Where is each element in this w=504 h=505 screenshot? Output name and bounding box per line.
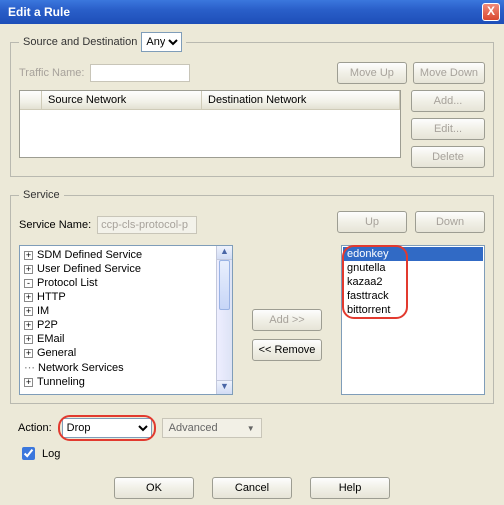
service-legend: Service xyxy=(19,189,64,201)
collapse-icon[interactable]: - xyxy=(24,279,33,288)
tree-node-http[interactable]: HTTP xyxy=(37,291,66,303)
expand-icon[interactable]: + xyxy=(24,378,33,387)
traffic-name-label: Traffic Name: xyxy=(19,67,84,79)
tree-scrollbar[interactable]: ▲ ▼ xyxy=(216,246,232,394)
traffic-name-input xyxy=(90,64,190,82)
col-source: Source Network xyxy=(42,91,202,109)
scroll-thumb[interactable] xyxy=(219,260,230,310)
service-name-input xyxy=(97,216,197,234)
expand-icon[interactable]: + xyxy=(24,307,33,316)
list-item[interactable]: edonkey xyxy=(343,247,483,261)
tree-node-tunneling[interactable]: Tunneling xyxy=(37,376,85,388)
ok-button[interactable]: OK xyxy=(114,477,194,499)
service-down-button: Down xyxy=(415,211,485,233)
col-dest: Destination Network xyxy=(202,91,400,109)
expand-icon[interactable]: + xyxy=(24,293,33,302)
add-network-button: Add... xyxy=(411,90,485,112)
source-destination-group: Source and Destination Any Traffic Name:… xyxy=(10,32,494,177)
window-title: Edit a Rule xyxy=(8,5,70,19)
tree-node-general[interactable]: General xyxy=(37,347,76,359)
expand-icon[interactable]: + xyxy=(24,321,33,330)
tree-node-email[interactable]: EMail xyxy=(37,333,65,345)
list-item[interactable]: bittorrent xyxy=(343,303,483,317)
service-up-button: Up xyxy=(337,211,407,233)
expand-icon[interactable]: + xyxy=(24,349,33,358)
tree-leaf-icon: ⋯ xyxy=(24,362,35,374)
scroll-down-icon[interactable]: ▼ xyxy=(217,380,232,394)
delete-network-button: Delete xyxy=(411,146,485,168)
table-body-empty xyxy=(20,110,400,157)
list-item[interactable]: kazaa2 xyxy=(343,275,483,289)
scope-select[interactable]: Any xyxy=(141,32,182,52)
service-group: Service Service Name: Up Down + SDM Defin… xyxy=(10,189,494,404)
network-table[interactable]: Source Network Destination Network xyxy=(19,90,401,158)
tree-node-netsvc[interactable]: Network Services xyxy=(38,362,124,374)
action-label: Action: xyxy=(18,422,52,434)
tree-node-p2p[interactable]: P2P xyxy=(37,319,58,331)
scroll-up-icon[interactable]: ▲ xyxy=(217,246,232,260)
remove-service-button[interactable]: << Remove xyxy=(252,339,323,361)
log-label: Log xyxy=(42,448,60,460)
action-select[interactable]: Drop xyxy=(62,418,152,438)
protocol-tree[interactable]: + SDM Defined Service + User Defined Servi… xyxy=(19,245,233,395)
advanced-label: Advanced xyxy=(169,422,218,434)
tree-node-user[interactable]: User Defined Service xyxy=(37,263,141,275)
move-down-button: Move Down xyxy=(413,62,485,84)
chevron-down-icon: ▼ xyxy=(247,424,255,433)
cancel-button[interactable]: Cancel xyxy=(212,477,292,499)
add-service-button: Add >> xyxy=(252,309,322,331)
expand-icon[interactable]: + xyxy=(24,251,33,260)
close-icon[interactable]: X xyxy=(482,3,500,21)
expand-icon[interactable]: + xyxy=(24,265,33,274)
service-name-label: Service Name: xyxy=(19,219,91,231)
table-header: Source Network Destination Network xyxy=(20,91,400,110)
expand-icon[interactable]: + xyxy=(24,335,33,344)
advanced-dropdown[interactable]: Advanced ▼ xyxy=(162,418,262,438)
list-item[interactable]: gnutella xyxy=(343,261,483,275)
row-selector-header xyxy=(20,91,42,109)
edit-network-button: Edit... xyxy=(411,118,485,140)
list-item[interactable]: fasttrack xyxy=(343,289,483,303)
help-button[interactable]: Help xyxy=(310,477,390,499)
selected-services-list[interactable]: edonkey gnutella kazaa2 fasttrack bittor… xyxy=(341,245,485,395)
move-up-button: Move Up xyxy=(337,62,407,84)
tree-node-sdm[interactable]: SDM Defined Service xyxy=(37,249,142,261)
tree-node-im[interactable]: IM xyxy=(37,305,49,317)
srcdest-legend: Source and Destination xyxy=(23,36,137,48)
tree-node-protocol[interactable]: Protocol List xyxy=(37,277,98,289)
titlebar: Edit a Rule X xyxy=(0,0,504,24)
log-checkbox[interactable] xyxy=(22,447,35,460)
